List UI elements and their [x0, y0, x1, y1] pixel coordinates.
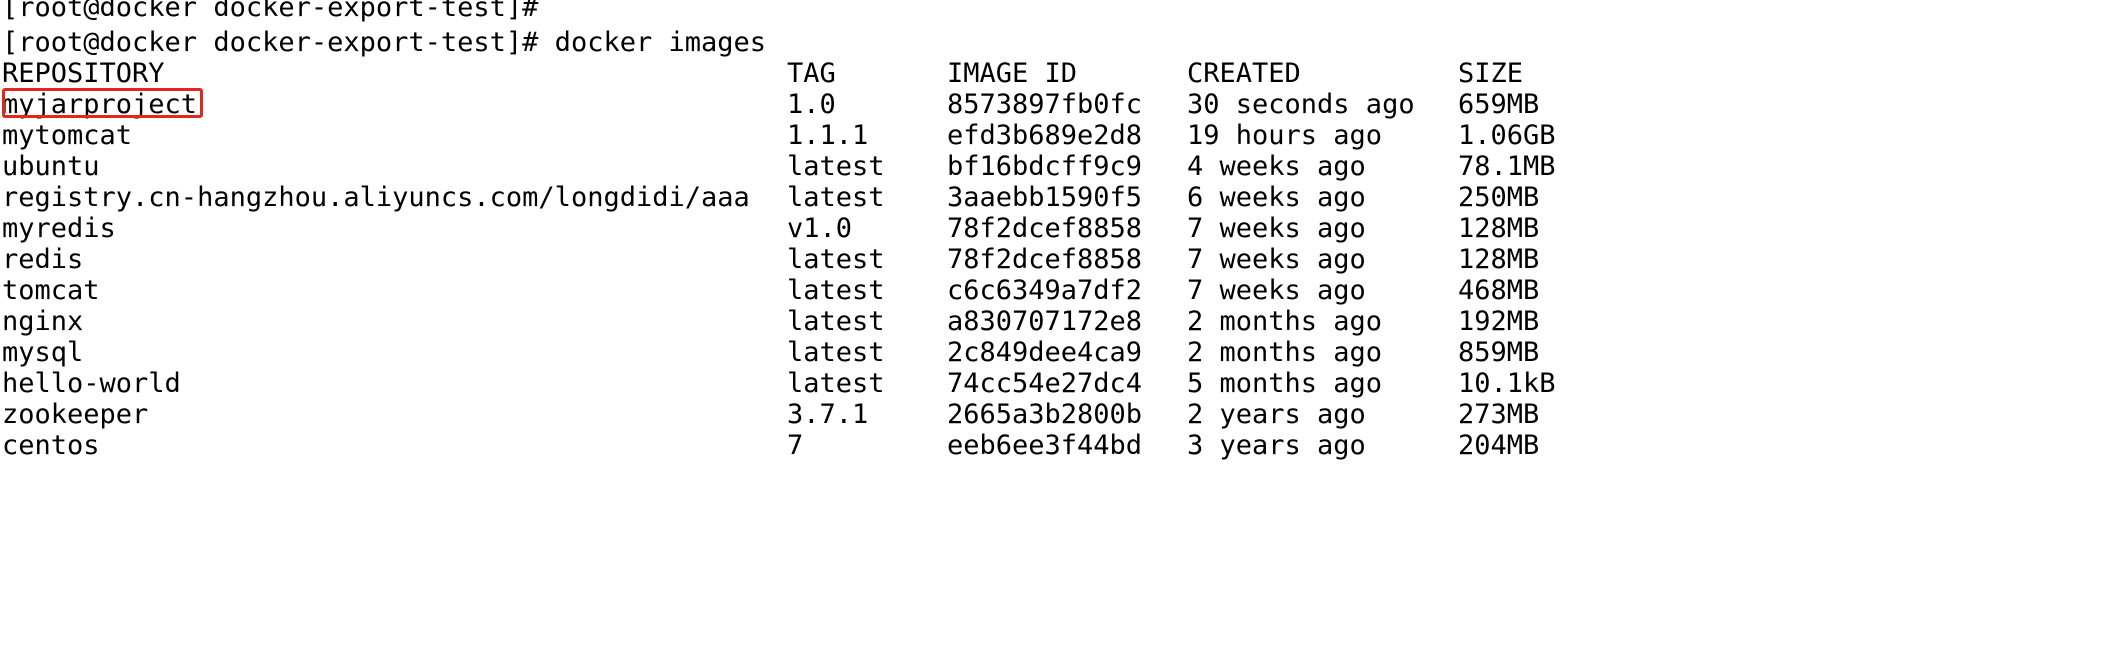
- table-header: REPOSITORY TAG IMAGE ID CREATED SIZE: [2, 58, 2102, 89]
- row-repository: centos: [2, 430, 100, 461]
- row-image-id: eeb6ee3f44bd: [947, 430, 1143, 461]
- row-created: 19 hours ago: [1187, 120, 1383, 151]
- row-size: 10.1kB: [1458, 368, 1556, 399]
- row-created: 30 seconds ago: [1187, 89, 1415, 120]
- row-created: 6 weeks ago: [1187, 182, 1366, 213]
- row-created: 3 years ago: [1187, 430, 1366, 461]
- highlight-box: [2, 88, 203, 118]
- row-size: 192MB: [1458, 306, 1540, 337]
- row-created: 4 weeks ago: [1187, 151, 1366, 182]
- row-size: 468MB: [1458, 275, 1540, 306]
- row-repository: tomcat: [2, 275, 100, 306]
- row-size: 273MB: [1458, 399, 1540, 430]
- row-created: 5 months ago: [1187, 368, 1383, 399]
- row-tag: latest: [787, 337, 885, 368]
- table-row: nginx latest a830707172e8 2 months ago 1…: [2, 306, 2102, 337]
- table-row: mysql latest 2c849dee4ca9 2 months ago 8…: [2, 337, 2102, 368]
- row-repository: registry.cn-hangzhou.aliyuncs.com/longdi…: [2, 182, 750, 213]
- header-image-id: IMAGE ID: [947, 58, 1078, 89]
- row-repository: mysql: [2, 337, 84, 368]
- row-tag: 1.0: [787, 89, 836, 120]
- terminal-output[interactable]: [root@docker docker-export-test]# [root@…: [2, 0, 2102, 461]
- row-repository: mytomcat: [2, 120, 133, 151]
- row-image-id: 78f2dcef8858: [947, 213, 1143, 244]
- row-image-id: a830707172e8: [947, 306, 1143, 337]
- row-size: 78.1MB: [1458, 151, 1556, 182]
- row-tag: 1.1.1: [787, 120, 869, 151]
- table-row: myredis v1.0 78f2dcef8858 7 weeks ago 12…: [2, 213, 2102, 244]
- row-repository: nginx: [2, 306, 84, 337]
- row-created: 7 weeks ago: [1187, 213, 1366, 244]
- row-image-id: 74cc54e27dc4: [947, 368, 1143, 399]
- row-image-id: 2665a3b2800b: [947, 399, 1143, 430]
- prompt-line: [root@docker docker-export-test]#: [2, 0, 539, 23]
- header-created: CREATED: [1187, 58, 1301, 89]
- row-image-id: bf16bdcff9c9: [947, 151, 1143, 182]
- header-tag: TAG: [787, 58, 836, 89]
- row-size: 128MB: [1458, 213, 1540, 244]
- row-tag: latest: [787, 151, 885, 182]
- row-size: 659MB: [1458, 89, 1540, 120]
- row-size: 1.06GB: [1458, 120, 1556, 151]
- row-image-id: efd3b689e2d8: [947, 120, 1143, 151]
- row-image-id: 8573897fb0fc: [947, 89, 1143, 120]
- table-row: mytomcat 1.1.1 efd3b689e2d8 19 hours ago…: [2, 120, 2102, 151]
- row-image-id: 78f2dcef8858: [947, 244, 1143, 275]
- row-repository: hello-world: [2, 368, 181, 399]
- row-tag: latest: [787, 182, 885, 213]
- table-row: ubuntu latest bf16bdcff9c9 4 weeks ago 7…: [2, 151, 2102, 182]
- header-repository: REPOSITORY: [2, 58, 165, 89]
- row-repository: redis: [2, 244, 84, 275]
- row-tag: latest: [787, 306, 885, 337]
- row-size: 859MB: [1458, 337, 1540, 368]
- table-row: redis latest 78f2dcef8858 7 weeks ago 12…: [2, 244, 2102, 275]
- row-repository: ubuntu: [2, 151, 100, 182]
- table-row: myjarproject 1.0 8573897fb0fc 30 seconds…: [2, 89, 2102, 120]
- table-row: hello-world latest 74cc54e27dc4 5 months…: [2, 368, 2102, 399]
- row-created: 7 weeks ago: [1187, 244, 1366, 275]
- row-tag: latest: [787, 275, 885, 306]
- row-tag: 7: [787, 430, 804, 461]
- row-tag: latest: [787, 244, 885, 275]
- row-tag: latest: [787, 368, 885, 399]
- table-row: zookeeper 3.7.1 2665a3b2800b 2 years ago…: [2, 399, 2102, 430]
- row-size: 128MB: [1458, 244, 1540, 275]
- row-image-id: c6c6349a7df2: [947, 275, 1143, 306]
- row-created: 2 months ago: [1187, 306, 1383, 337]
- row-image-id: 2c849dee4ca9: [947, 337, 1143, 368]
- table-row: registry.cn-hangzhou.aliyuncs.com/longdi…: [2, 182, 2102, 213]
- header-size: SIZE: [1458, 58, 1524, 89]
- table-row: centos 7 eeb6ee3f44bd 3 years ago 204MB: [2, 430, 2102, 461]
- row-repository: myredis: [2, 213, 116, 244]
- row-created: 7 weeks ago: [1187, 275, 1366, 306]
- row-repository: zookeeper: [2, 399, 149, 430]
- table-row: tomcat latest c6c6349a7df2 7 weeks ago 4…: [2, 275, 2102, 306]
- row-created: 2 months ago: [1187, 337, 1383, 368]
- row-created: 2 years ago: [1187, 399, 1366, 430]
- row-tag: 3.7.1: [787, 399, 869, 430]
- row-image-id: 3aaebb1590f5: [947, 182, 1143, 213]
- command-line: [root@docker docker-export-test]# docker…: [2, 27, 767, 58]
- row-tag: v1.0: [787, 213, 853, 244]
- row-size: 250MB: [1458, 182, 1540, 213]
- row-size: 204MB: [1458, 430, 1540, 461]
